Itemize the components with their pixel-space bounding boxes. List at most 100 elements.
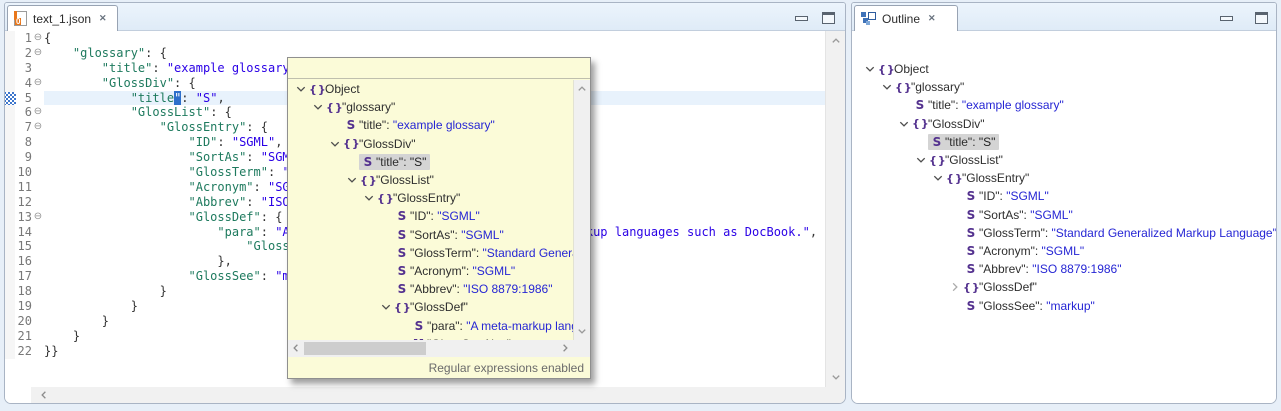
annotation-ruler-cell[interactable]	[5, 195, 15, 210]
tree-row[interactable]: S"Abbrev": "ISO 8879:1986"	[852, 260, 1276, 278]
expand-chevron-icon[interactable]	[346, 174, 359, 186]
quick-outline-filter-input[interactable]	[288, 58, 590, 78]
line-number[interactable]: 6	[15, 105, 32, 120]
annotation-ruler-cell[interactable]	[5, 225, 15, 240]
line-number[interactable]: 9	[15, 150, 32, 165]
outline-tab-close-icon[interactable]: ✕	[926, 12, 938, 25]
expand-chevron-icon[interactable]	[295, 83, 308, 95]
expand-chevron-icon[interactable]	[312, 101, 325, 113]
annotation-ruler-cell[interactable]	[5, 269, 15, 284]
annotation-ruler-cell[interactable]	[5, 284, 15, 299]
tree-row[interactable]: S"Acronym": "SGML"	[852, 242, 1276, 260]
tree-row[interactable]: {}"GlossList"	[852, 151, 1276, 169]
line-number[interactable]: 5	[15, 91, 32, 106]
fold-collapse-icon[interactable]: ⊖	[32, 31, 44, 46]
tree-row[interactable]: S"ID": "SGML"	[852, 187, 1276, 205]
annotation-ruler-cell[interactable]	[5, 329, 15, 344]
annotation-ruler-cell[interactable]	[5, 165, 15, 180]
annotation-ruler-cell[interactable]	[5, 314, 15, 329]
scroll-down-arrow-icon[interactable]	[829, 370, 843, 384]
popup-vertical-scrollbar[interactable]	[573, 80, 590, 340]
tree-row[interactable]: S"title": "example glossary"	[852, 96, 1276, 114]
line-number[interactable]: 22	[15, 344, 32, 359]
expand-chevron-icon[interactable]	[881, 81, 894, 93]
expand-chevron-icon[interactable]	[329, 138, 342, 150]
maximize-button[interactable]	[1255, 12, 1268, 24]
expand-chevron-icon[interactable]	[864, 63, 877, 75]
scrollbar-thumb[interactable]	[304, 342, 426, 355]
line-number[interactable]: 16	[15, 254, 32, 269]
line-number[interactable]: 1	[15, 31, 32, 46]
annotation-ruler-cell[interactable]	[5, 239, 15, 254]
popup-horizontal-scrollbar[interactable]	[288, 340, 573, 357]
annotation-ruler-cell[interactable]	[5, 254, 15, 269]
outline-view-tab[interactable]: Outline ✕	[854, 5, 958, 31]
line-number[interactable]: 12	[15, 195, 32, 210]
annotation-ruler-cell[interactable]	[5, 31, 15, 46]
expand-chevron-icon[interactable]	[932, 172, 945, 184]
line-number[interactable]: 10	[15, 165, 32, 180]
line-number[interactable]: 3	[15, 61, 32, 76]
tree-row[interactable]: {}Object	[852, 60, 1276, 78]
line-number[interactable]: 2	[15, 46, 32, 61]
expand-chevron-icon[interactable]	[363, 192, 376, 204]
tree-row[interactable]: {}"GlossDef"	[852, 278, 1276, 296]
scroll-up-arrow-icon[interactable]	[575, 82, 589, 96]
minimize-button[interactable]	[1220, 16, 1233, 21]
tree-row[interactable]: S"title": "S"	[852, 133, 1276, 151]
fold-collapse-icon[interactable]: ⊖	[32, 210, 44, 225]
annotation-ruler-cell[interactable]	[5, 135, 15, 150]
annotation-ruler-cell[interactable]	[5, 180, 15, 195]
line-number[interactable]: 17	[15, 269, 32, 284]
tree-row[interactable]: {}"GlossEntry"	[852, 169, 1276, 187]
tree-row[interactable]: {}Object	[288, 80, 573, 98]
annotation-ruler-cell[interactable]	[5, 344, 15, 359]
line-number[interactable]: 4	[15, 76, 32, 91]
annotation-ruler-cell[interactable]	[5, 120, 15, 135]
collapse-chevron-icon[interactable]	[949, 281, 962, 293]
scroll-right-arrow-icon[interactable]	[558, 341, 572, 355]
line-number[interactable]: 11	[15, 180, 32, 195]
line-number[interactable]: 14	[15, 225, 32, 240]
annotation-ruler-cell[interactable]	[5, 299, 15, 314]
tree-row[interactable]: S"Acronym": "SGML"	[288, 262, 573, 280]
tree-row[interactable]: S"title": "S"	[288, 153, 573, 171]
line-number[interactable]: 18	[15, 284, 32, 299]
line-number[interactable]: 7	[15, 120, 32, 135]
scroll-up-arrow-icon[interactable]	[829, 34, 843, 48]
code-text[interactable]: {	[44, 31, 825, 46]
maximize-button[interactable]	[822, 12, 835, 24]
tree-row[interactable]: S"GlossTerm": "Standard Generalized Mark…	[288, 244, 573, 262]
editor-tab-close-icon[interactable]: ✕	[97, 12, 109, 25]
expand-chevron-icon[interactable]	[380, 301, 393, 313]
tree-row[interactable]: S"SortAs": "SGML"	[852, 206, 1276, 224]
line-number[interactable]: 21	[15, 329, 32, 344]
annotation-ruler-cell[interactable]	[5, 61, 15, 76]
line-number[interactable]: 15	[15, 239, 32, 254]
fold-collapse-icon[interactable]: ⊖	[32, 105, 44, 120]
annotation-ruler-cell[interactable]	[5, 46, 15, 61]
tree-row[interactable]: {}"GlossDef"	[288, 298, 573, 316]
expand-chevron-icon[interactable]	[915, 154, 928, 166]
annotation-ruler-cell[interactable]	[5, 210, 15, 225]
annotation-ruler-cell[interactable]	[5, 76, 15, 91]
tree-row[interactable]: {}"GlossEntry"	[288, 189, 573, 207]
editor-horizontal-scrollbar[interactable]	[31, 387, 825, 403]
tree-row[interactable]: {}"GlossDiv"	[852, 115, 1276, 133]
fold-collapse-icon[interactable]: ⊖	[32, 46, 44, 61]
tree-row[interactable]: S"para": "A meta-markup language, used t…	[288, 316, 573, 334]
annotation-ruler-cell[interactable]	[5, 150, 15, 165]
line-number[interactable]: 20	[15, 314, 32, 329]
fold-collapse-icon[interactable]: ⊖	[32, 76, 44, 91]
tree-row[interactable]: {}"GlossDiv"	[288, 135, 573, 153]
tree-row[interactable]: S"Abbrev": "ISO 8879:1986"	[288, 280, 573, 298]
line-number[interactable]: 13	[15, 210, 32, 225]
editor-vertical-scrollbar[interactable]	[825, 31, 845, 387]
tree-row[interactable]: {}"glossary"	[852, 78, 1276, 96]
expand-chevron-icon[interactable]	[898, 118, 911, 130]
line-number[interactable]: 8	[15, 135, 32, 150]
fold-collapse-icon[interactable]: ⊖	[32, 120, 44, 135]
editor-tab-text-1-json[interactable]: 0 text_1.json ✕	[7, 5, 118, 31]
tree-row[interactable]: {}"GlossList"	[288, 171, 573, 189]
tree-row[interactable]: S"title": "example glossary"	[288, 116, 573, 134]
